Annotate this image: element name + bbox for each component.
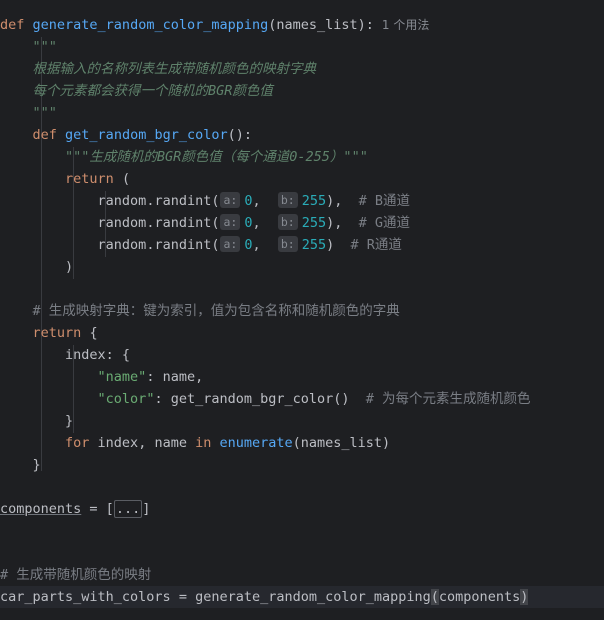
function-name: enumerate (219, 435, 293, 451)
number: 255 (301, 237, 327, 253)
docstring: """ (32, 39, 57, 55)
code-line[interactable]: def generate_random_color_mapping(names_… (0, 14, 604, 36)
code-line[interactable]: random.randint(a: 0, b: 255), # G通道 (0, 212, 604, 234)
keyword: in (195, 435, 212, 451)
variable: components (0, 501, 82, 517)
comment: # B通道 (358, 193, 411, 209)
comma: , (252, 193, 261, 209)
keyword: for (65, 435, 90, 451)
docstring: """生成随机的BGR颜色值（每个通道0-255）""" (65, 149, 368, 165)
matched-paren: ( (430, 589, 439, 605)
code-line[interactable]: random.randint(a: 0, b: 255) # R通道 (0, 234, 604, 256)
params: (names_list): (268, 17, 374, 33)
code-line[interactable]: # 生成带随机颜色的映射 (0, 564, 604, 586)
brace: : { (105, 347, 131, 363)
brace: } (65, 413, 74, 429)
close: ) (326, 237, 335, 253)
docstring: """ (32, 105, 57, 121)
code-line[interactable]: """生成随机的BGR颜色值（每个通道0-255）""" (0, 146, 604, 168)
brace: { (89, 325, 98, 341)
brace: } (32, 457, 41, 473)
param-hint: a: (220, 236, 241, 252)
code-line[interactable]: "color": get_random_bgr_color() # 为每个元素生… (0, 388, 604, 410)
code-line[interactable]: """ (0, 36, 604, 58)
param-hint: b: (277, 192, 298, 208)
current-code-line[interactable]: car_parts_with_colors = generate_random_… (0, 586, 604, 608)
variable: index (65, 347, 106, 363)
code-line[interactable]: return { (0, 322, 604, 344)
comma: , (252, 237, 261, 253)
code-line[interactable]: } (0, 454, 604, 476)
paren: ( (121, 171, 131, 187)
operator: = (81, 501, 106, 517)
param-hint: a: (220, 192, 241, 208)
code-line[interactable]: components = [...] (0, 498, 604, 520)
bracket: [ (105, 501, 114, 517)
param-hint: b: (277, 236, 298, 252)
param-hint: b: (277, 214, 298, 230)
code-line[interactable]: "name": name, (0, 366, 604, 388)
code-line[interactable]: 每个元素都会获得一个随机的BGR颜色值 (0, 80, 604, 102)
keyword: return (32, 325, 82, 341)
function-call: generate_random_color_mapping (195, 589, 431, 605)
code-line[interactable]: def get_random_bgr_color(): (0, 124, 604, 146)
fold-placeholder[interactable]: ... (113, 500, 143, 518)
code-line[interactable]: } (0, 410, 604, 432)
close: ), (326, 215, 343, 231)
comma: , (252, 215, 261, 231)
value: : name, (146, 369, 204, 385)
matched-paren: ) (520, 589, 529, 605)
comment: # G通道 (358, 215, 411, 231)
comment: # 为每个元素生成随机颜色 (365, 391, 531, 407)
param-hint: a: (220, 214, 241, 230)
function-name: get_random_bgr_color (65, 127, 228, 143)
call: random.randint( (97, 237, 220, 253)
code-line[interactable]: 根据输入的名称列表生成带随机颜色的映射字典 (0, 58, 604, 80)
code-line[interactable]: return ( (0, 168, 604, 190)
params: (names_list) (292, 435, 391, 451)
code-line[interactable]: index: { (0, 344, 604, 366)
bracket: ] (142, 501, 151, 517)
number: 255 (301, 215, 327, 231)
close: ), (326, 193, 343, 209)
params: (): (227, 127, 252, 143)
number: 255 (301, 193, 327, 209)
comment: # R通道 (350, 237, 402, 253)
string: "name" (97, 369, 147, 385)
function-name: generate_random_color_mapping (32, 17, 269, 33)
argument: components (438, 589, 521, 605)
operator: = (170, 589, 196, 605)
code-line[interactable]: """ (0, 102, 604, 124)
code-line[interactable]: random.randint(a: 0, b: 255), # B通道 (0, 190, 604, 212)
docstring: 每个元素都会获得一个随机的BGR颜色值 (32, 83, 273, 99)
keyword: def (32, 127, 57, 143)
docstring: 根据输入的名称列表生成带随机颜色的映射字典 (32, 61, 317, 77)
comment: # 生成映射字典：键为索引，值为包含名称和随机颜色的字典 (32, 303, 400, 319)
value: : get_random_bgr_color() (154, 391, 350, 407)
keyword: def (0, 17, 25, 33)
code-line[interactable]: ) (0, 256, 604, 278)
usage-hint[interactable]: 1 个用法 (382, 18, 429, 32)
code-line[interactable]: # 生成映射字典：键为索引，值为包含名称和随机颜色的字典 (0, 300, 604, 322)
comment: # 生成带随机颜色的映射 (0, 567, 152, 583)
variable: car_parts_with_colors (0, 589, 171, 605)
variable: index, name (89, 435, 196, 451)
code-editor[interactable]: def generate_random_color_mapping(names_… (0, 0, 604, 620)
code-line[interactable]: for index, name in enumerate(names_list) (0, 432, 604, 454)
call: random.randint( (97, 215, 220, 231)
call: random.randint( (97, 193, 220, 209)
paren: ) (65, 259, 74, 275)
string: "color" (97, 391, 155, 407)
keyword: return (65, 171, 114, 187)
